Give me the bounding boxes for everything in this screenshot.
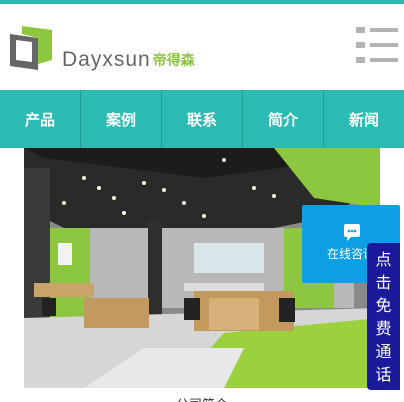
nav-item-contact[interactable]: 联系 — [162, 90, 243, 148]
brand-name-en: Dayxsun — [62, 48, 151, 71]
section-heading-text: 公司简介 — [176, 394, 228, 402]
site-header: Dayxsun 帝得森 — [0, 4, 404, 90]
nav-item-news[interactable]: 新闻 — [324, 90, 404, 148]
free-call-char: 费 — [375, 318, 392, 338]
section-heading: 公司简介 — [0, 390, 404, 402]
chat-bubble-icon — [344, 224, 360, 241]
free-call-char: 击 — [375, 272, 392, 292]
main-nav: 产品 案例 联系 简介 新闻 — [0, 90, 404, 148]
free-call-char: 通 — [375, 341, 392, 361]
free-call-char: 话 — [375, 364, 392, 384]
brand-logo-icon[interactable] — [8, 24, 54, 72]
free-call-tab[interactable]: 点 击 免 费 通 话 — [367, 243, 400, 390]
nav-item-products[interactable]: 产品 — [0, 90, 81, 148]
free-call-char: 免 — [375, 295, 392, 315]
free-call-char: 点 — [375, 249, 392, 269]
nav-item-about[interactable]: 简介 — [243, 90, 324, 148]
brand-name[interactable]: Dayxsun 帝得森 — [62, 48, 195, 72]
brand-name-cn: 帝得森 — [152, 53, 195, 69]
hamburger-menu-icon[interactable] — [356, 26, 398, 64]
nav-item-cases[interactable]: 案例 — [81, 90, 162, 148]
